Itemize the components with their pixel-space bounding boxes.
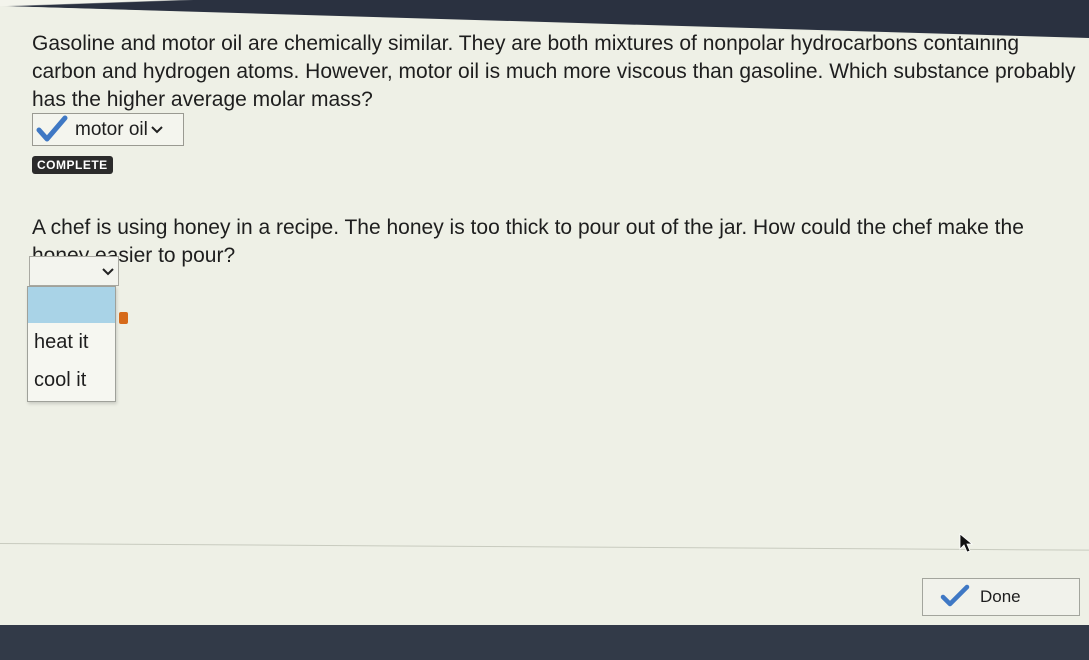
question-2-text: A chef is using honey in a recipe. The h…	[32, 216, 1024, 267]
chevron-down-icon	[102, 268, 114, 276]
question-2-answer-dropdown[interactable]	[29, 256, 119, 286]
done-button-label: Done	[980, 587, 1021, 606]
question-panel: Gasoline and motor oil are chemically si…	[0, 6, 1089, 630]
question-1-selected-value: motor oil	[75, 118, 148, 140]
status-badge: COMPLETE	[32, 156, 113, 174]
option-heat-it[interactable]: heat it	[28, 323, 115, 361]
option-blank[interactable]	[28, 287, 115, 323]
chevron-down-icon	[151, 125, 163, 133]
mouse-pointer-icon	[959, 533, 974, 553]
check-icon	[36, 115, 68, 141]
divider	[0, 543, 1089, 551]
done-button[interactable]: Done	[922, 578, 1080, 616]
question-1-answer-dropdown[interactable]: motor oil	[32, 113, 184, 146]
option-cool-it[interactable]: cool it	[28, 361, 115, 399]
question-2-options-list: heat it cool it	[27, 286, 116, 402]
question-1-text: Gasoline and motor oil are chemically si…	[32, 32, 1076, 111]
check-icon	[940, 584, 970, 607]
text-cursor-marker	[119, 312, 128, 324]
screen-bottom-edge	[0, 625, 1089, 660]
